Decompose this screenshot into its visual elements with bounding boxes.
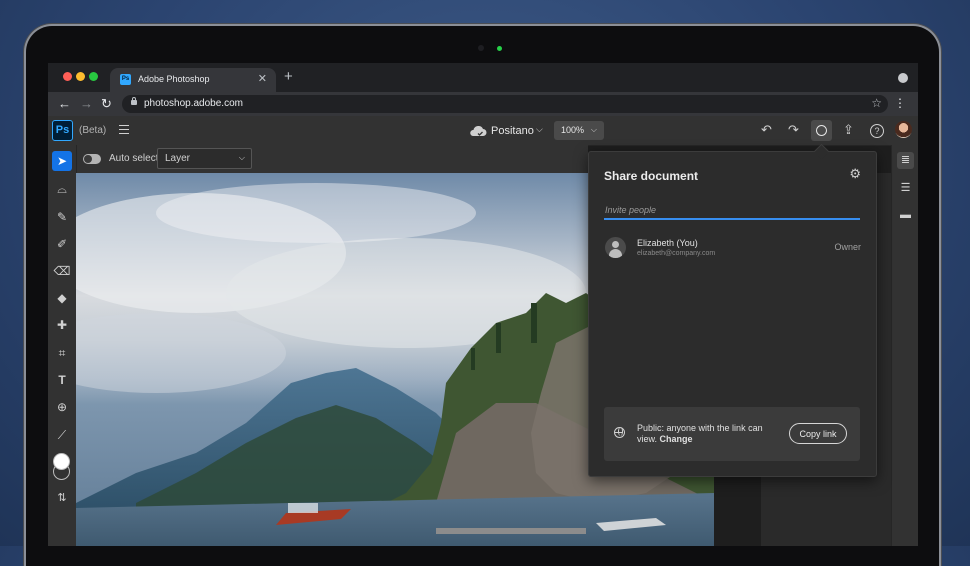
change-link[interactable]: Change <box>660 434 693 444</box>
paint-bucket-tool-icon[interactable]: ◆ <box>52 288 72 308</box>
reload-button[interactable]: ↻ <box>101 97 112 111</box>
tools-panel: ➤ ⌓ ✎ ✐ ⌫ ◆ ✚ ⌗ T ⊕ ⟋ ⇅ <box>48 145 77 546</box>
help-icon[interactable]: ? <box>870 124 884 138</box>
screen: Ps Adobe Photoshop ✕ + ← → ↻ photoshop.a… <box>48 63 918 546</box>
share-button[interactable] <box>811 120 832 141</box>
layer-select-dropdown[interactable]: Layer ⌵ <box>157 148 252 169</box>
share-document-popover: Share document ⚙ Elizabeth (You) elizabe… <box>588 143 877 477</box>
undo-icon[interactable]: ↶ <box>761 123 772 137</box>
avatar <box>605 237 626 258</box>
photoshop-favicon-icon: Ps <box>120 74 131 85</box>
url-text: photoshop.adobe.com <box>144 98 243 109</box>
chevron-down-icon[interactable]: ⌵ <box>536 124 543 135</box>
share-person-icon <box>816 125 827 136</box>
beta-label: (Beta) <box>79 125 107 136</box>
collaborator-email: elizabeth@company.com <box>637 250 716 257</box>
cloud-document-icon <box>470 125 487 136</box>
forward-button[interactable]: → <box>80 97 93 111</box>
browser-tab[interactable]: Ps Adobe Photoshop ✕ <box>110 68 276 92</box>
browser-menu-icon[interactable]: ⋮ <box>894 96 906 110</box>
chevron-down-icon: ⌵ <box>590 125 597 134</box>
ps-header: Ps (Beta) Positano ⌵ 100% ⌵ ↶ ↷ ⇪ ? <box>48 116 918 146</box>
crop-tool-icon[interactable]: ⌗ <box>52 343 72 363</box>
public-access-text: Public: anyone with the link can view. C… <box>637 423 763 444</box>
back-button[interactable]: ← <box>58 97 71 111</box>
globe-icon <box>614 427 625 438</box>
right-panel-dock: ≣ ☰ ▬ <box>891 145 918 546</box>
type-tool-icon[interactable]: T <box>52 370 72 390</box>
browser-tab-bar: Ps Adobe Photoshop ✕ + <box>48 63 918 92</box>
tab-search-button[interactable] <box>898 73 908 83</box>
lock-icon[interactable] <box>131 97 137 105</box>
move-tool-icon[interactable]: ➤ <box>52 151 72 171</box>
layers-icon[interactable]: ≣ <box>897 152 914 169</box>
redo-icon[interactable]: ↷ <box>788 123 799 137</box>
zoom-value: 100% <box>561 125 585 135</box>
new-tab-button[interactable]: + <box>284 68 293 85</box>
browser-address-bar: ← → ↻ photoshop.adobe.com ☆ ⋮ <box>48 92 918 116</box>
user-avatar[interactable] <box>895 121 912 138</box>
layer-select-value: Layer <box>165 153 191 164</box>
collaborator-name: Elizabeth (You) <box>637 238 698 248</box>
url-field[interactable]: photoshop.adobe.com ☆ <box>122 95 888 113</box>
webcam-led <box>497 46 502 51</box>
share-title: Share document <box>604 169 699 183</box>
public-access-box: Public: anyone with the link can view. C… <box>604 407 860 461</box>
adjustments-icon[interactable]: ☰ <box>897 180 914 197</box>
bookmark-star-icon[interactable]: ☆ <box>871 96 882 110</box>
tab-title: Adobe Photoshop <box>138 74 210 84</box>
copy-link-button[interactable]: Copy link <box>789 423 847 444</box>
document-name[interactable]: Positano <box>491 125 534 137</box>
ps-logo[interactable]: Ps <box>52 120 73 141</box>
hamburger-menu-icon[interactable] <box>119 125 129 134</box>
zoom-dropdown[interactable]: 100% ⌵ <box>554 121 604 140</box>
brush-tool-icon[interactable]: ✐ <box>52 234 72 254</box>
eraser-tool-icon[interactable]: ⌫ <box>52 261 72 281</box>
clone-stamp-tool-icon[interactable]: ⊕ <box>52 397 72 417</box>
foreground-color-swatch[interactable] <box>53 453 70 470</box>
auto-select-label: Auto select <box>109 153 159 164</box>
tab-close-icon[interactable]: ✕ <box>258 72 267 85</box>
collaborator-role: Owner <box>834 242 861 252</box>
gear-icon[interactable]: ⚙ <box>849 166 861 182</box>
export-icon[interactable]: ⇪ <box>843 123 854 137</box>
tool-options-bar: Auto select Layer ⌵ <box>76 145 588 173</box>
eyedropper-tool-icon[interactable]: ⟋ <box>52 425 72 445</box>
swap-colors-icon[interactable]: ⇅ <box>52 488 72 508</box>
auto-select-toggle[interactable] <box>83 154 101 164</box>
lasso-tool-icon[interactable]: ⌓ <box>52 179 72 199</box>
close-window-button[interactable] <box>63 72 72 81</box>
minimize-window-button[interactable] <box>76 72 85 81</box>
webcam <box>478 45 484 51</box>
invite-people-input[interactable] <box>604 203 860 220</box>
maximize-window-button[interactable] <box>89 72 98 81</box>
comments-icon[interactable]: ▬ <box>897 207 914 224</box>
chevron-down-icon: ⌵ <box>238 153 245 162</box>
healing-tool-icon[interactable]: ✚ <box>52 315 72 335</box>
quick-select-tool-icon[interactable]: ✎ <box>52 207 72 227</box>
